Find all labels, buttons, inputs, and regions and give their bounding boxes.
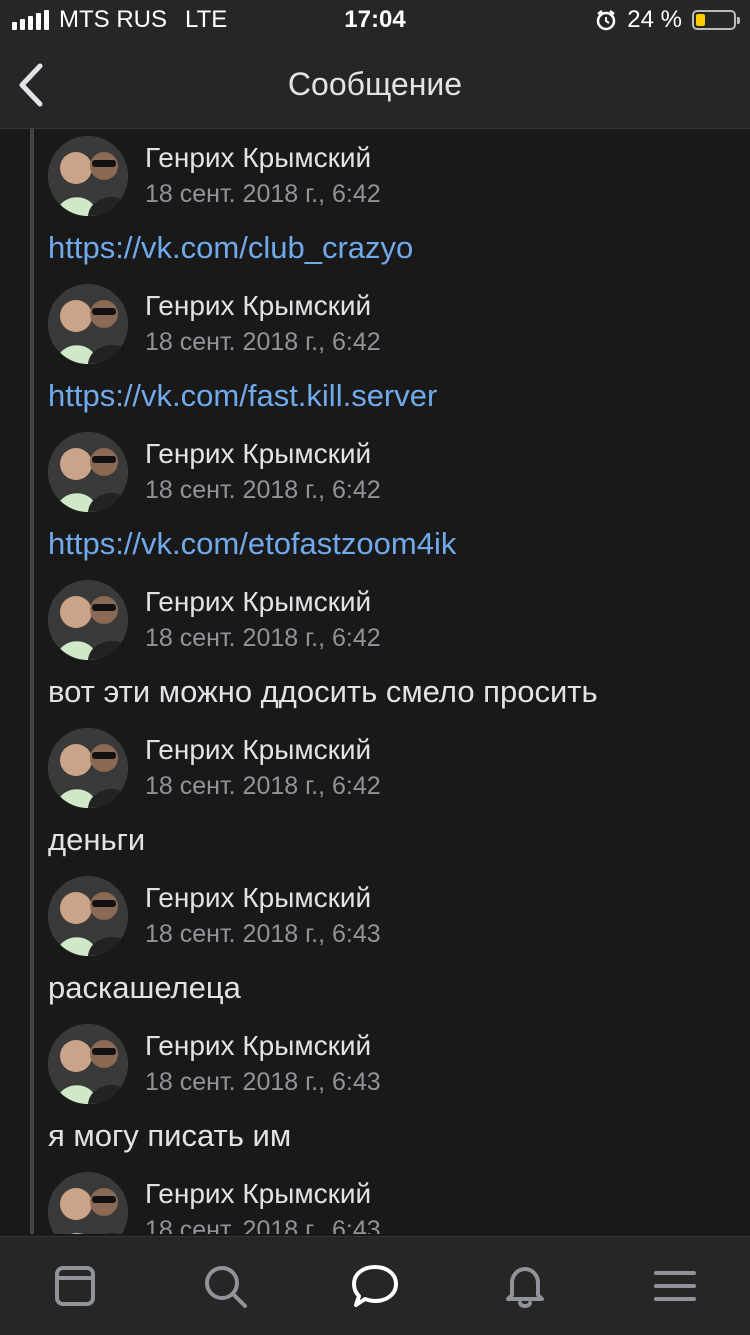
message-item[interactable]: Генрих Крымский 18 сент. 2018 г., 6:43 (0, 1164, 750, 1234)
avatar[interactable] (48, 136, 128, 216)
menu-icon[interactable] (650, 1261, 700, 1311)
message-link[interactable]: https://vk.com/etofastzoom4ik (48, 526, 456, 562)
newsfeed-icon[interactable] (50, 1261, 100, 1311)
message-list[interactable]: Генрих Крымский 18 сент. 2018 г., 6:42 htt… (0, 128, 750, 1234)
message-date: 18 сент. 2018 г., 6:42 (145, 328, 381, 356)
message-date: 18 сент. 2018 г., 6:42 (145, 772, 381, 800)
message-rail (30, 1164, 34, 1234)
message-rail (30, 720, 34, 878)
status-bar: MTS RUS LTE 17:04 24 % (0, 0, 750, 42)
message-text: я могу писать им (48, 1118, 292, 1153)
messages-icon[interactable] (350, 1261, 400, 1311)
avatar[interactable] (48, 1024, 128, 1104)
message-item[interactable]: Генрих Крымский 18 сент. 2018 г., 6:43 рас… (0, 868, 750, 1026)
message-text: раскашелеца (48, 970, 241, 1005)
author-name[interactable]: Генрих Крымский (145, 1030, 371, 1062)
avatar[interactable] (48, 580, 128, 660)
notifications-icon[interactable] (500, 1261, 550, 1311)
search-icon[interactable] (200, 1261, 250, 1311)
message-rail (30, 424, 34, 582)
message-item[interactable]: Генрих Крымский 18 сент. 2018 г., 6:42 htt… (0, 276, 750, 434)
message-date: 18 сент. 2018 г., 6:43 (145, 1068, 381, 1096)
message-text: вот эти можно ддосить смело просить (48, 674, 598, 709)
avatar[interactable] (48, 432, 128, 512)
message-item[interactable]: Генрих Крымский 18 сент. 2018 г., 6:42 htt… (0, 128, 750, 286)
message-item[interactable]: Генрих Крымский 18 сент. 2018 г., 6:42 вот… (0, 572, 750, 730)
message-item[interactable]: Генрих Крымский 18 сент. 2018 г., 6:42 ден… (0, 720, 750, 878)
message-rail (30, 572, 34, 730)
message-date: 18 сент. 2018 г., 6:42 (145, 624, 381, 652)
avatar[interactable] (48, 1172, 128, 1234)
nav-bar: Сообщение (0, 42, 750, 129)
page-title: Сообщение (287, 66, 463, 102)
message-rail (30, 1016, 34, 1174)
alarm-icon (597, 10, 616, 31)
message-date: 18 сент. 2018 г., 6:42 (145, 476, 381, 504)
author-name[interactable]: Генрих Крымский (145, 438, 371, 470)
message-date: 18 сент. 2018 г., 6:42 (145, 180, 381, 208)
message-date: 18 сент. 2018 г., 6:43 (145, 920, 381, 948)
battery-percent: 24 % (627, 6, 682, 33)
author-name[interactable]: Генрих Крымский (145, 142, 371, 174)
message-date: 18 сент. 2018 г., 6:43 (145, 1216, 381, 1234)
message-rail (30, 868, 34, 1026)
avatar[interactable] (48, 284, 128, 364)
message-link[interactable]: https://vk.com/fast.kill.server (48, 378, 437, 414)
battery-fill (696, 14, 705, 26)
author-name[interactable]: Генрих Крымский (145, 586, 371, 618)
status-right: 24 % (595, 6, 740, 34)
tab-bar (0, 1236, 750, 1335)
avatar[interactable] (48, 728, 128, 808)
author-name[interactable]: Генрих Крымский (145, 290, 371, 322)
message-rail (30, 276, 34, 434)
message-item[interactable]: Генрих Крымский 18 сент. 2018 г., 6:43 я м… (0, 1016, 750, 1174)
author-name[interactable]: Генрих Крымский (145, 1178, 371, 1210)
avatar[interactable] (48, 876, 128, 956)
message-item[interactable]: Генрих Крымский 18 сент. 2018 г., 6:42 htt… (0, 424, 750, 582)
author-name[interactable]: Генрих Крымский (145, 882, 371, 914)
battery-icon (692, 10, 740, 30)
message-text: деньги (48, 822, 146, 857)
author-name[interactable]: Генрих Крымский (145, 734, 371, 766)
message-link[interactable]: https://vk.com/club_crazyo (48, 230, 413, 266)
message-rail (30, 128, 34, 286)
